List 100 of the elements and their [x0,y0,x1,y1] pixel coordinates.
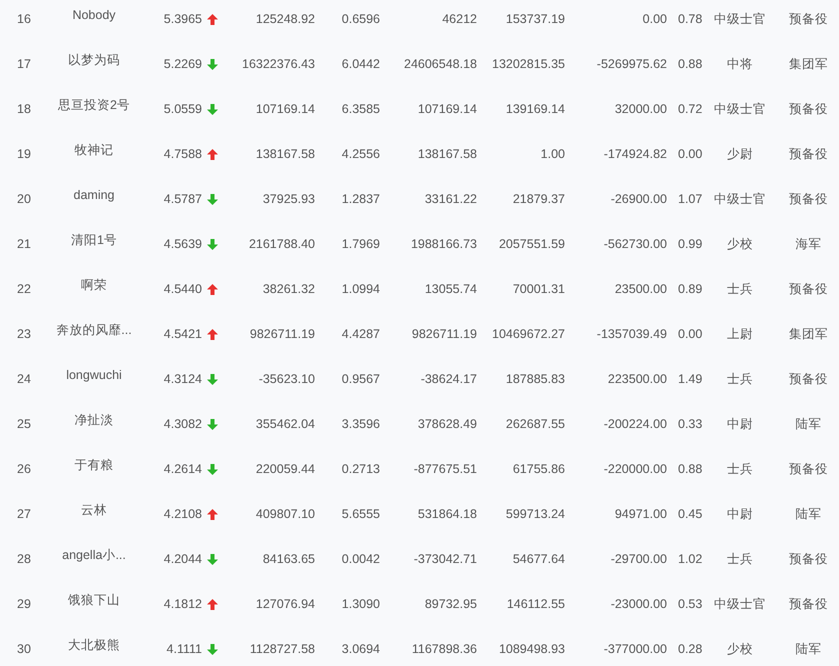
table-cell-text: 4.3124 [164,371,202,388]
table-cell-text: 6.0442 [342,56,380,74]
table-cell-text: 0.0042 [342,551,380,568]
table-cell-text: 46212 [442,11,477,28]
rank-number: 20 [17,191,31,208]
table-cell-text: 4.5440 [164,281,202,298]
table-cell-text: 0.00 [678,146,702,164]
table-cell-text: 5.3965 [164,11,202,28]
user-name: 牧神记 [74,142,114,159]
table-cell-text: 355462.04 [256,416,315,434]
rank-number: 25 [17,416,31,434]
table-cell-text: 士兵 [727,461,753,478]
table-cell-text: 0.33 [678,416,702,434]
table-cell-text: 中级士官 [714,11,766,28]
table-cell-text: 0.89 [678,281,702,298]
table-cell-text: 预备役 [789,146,828,164]
table-cell-text: 集团军 [789,56,828,74]
table-cell-text: 262687.55 [506,416,565,434]
user-name: angella小... [62,546,126,564]
table-cell-text: 预备役 [789,461,828,478]
table-cell-text: 上尉 [727,326,753,344]
table-cell-text: 37925.93 [262,191,315,208]
rank-number: 30 [17,641,31,658]
table-cell-text: 1.49 [678,371,702,388]
user-name: 云林 [81,502,107,519]
table-cell-text: 5.6555 [342,506,380,524]
table-cell-text: 1.02 [678,551,702,568]
table-cell-text: 预备役 [789,596,828,614]
table-cell-text: 4.1111 [166,641,202,658]
user-name: Nobody [72,6,116,24]
table-cell-text: 中将 [727,56,753,74]
table-cell-text: 13202815.35 [492,56,565,74]
table-cell-text: 9826711.19 [412,326,477,344]
table-cell-text: 1.3090 [342,596,380,614]
table-cell-text: -1357039.49 [596,326,667,344]
table-cell-text: 预备役 [789,191,828,208]
table-cell-text: 中尉 [727,416,753,434]
user-name: 大北极熊 [68,636,120,654]
table-cell-text: 107169.14 [256,101,315,118]
table-cell-text: -38624.17 [420,371,477,388]
table-cell-text: 61755.86 [512,461,565,478]
table-cell-text: 16322376.43 [242,56,315,74]
table-cell-text: 中级士官 [714,596,766,614]
table-cell-text: 海军 [796,236,822,254]
table-cell-text: 84163.65 [262,551,315,568]
table-cell-text: 599713.24 [506,506,565,524]
table-cell-text: 3.3596 [342,416,380,434]
table-cell-text: 1988166.73 [410,236,477,254]
table-cell-text: 士兵 [727,281,753,298]
table-cell-text: -220000.00 [604,461,667,478]
table-cell-text: -29700.00 [610,551,667,568]
table-cell-text: 1128727.58 [250,641,315,658]
table-cell-text: 2057551.59 [498,236,565,254]
rank-number: 18 [17,101,31,118]
table-cell-text: 187885.83 [506,371,565,388]
user-name: 饿狼下山 [68,592,120,609]
user-name: 以梦为码 [68,52,120,69]
table-cell-text: -174924.82 [604,146,667,164]
table-cell-text: -23000.00 [610,596,667,614]
table-cell-text: 138167.58 [256,146,315,164]
table-cell-text: 4.5787 [164,191,202,208]
table-cell-text: 预备役 [789,551,828,568]
table-cell-text: 陆军 [796,641,822,658]
table-cell-text: 10469672.27 [492,326,565,344]
table-cell-text: 378628.49 [418,416,477,434]
table-cell-text: -562730.00 [604,236,667,254]
table-cell-text: 2161788.40 [248,236,315,254]
table-cell-text: 1.0994 [342,281,380,298]
table-cell-text: 89732.95 [424,596,477,614]
user-name: 思亘投资2号 [58,96,130,114]
table-cell-text: 21879.37 [512,191,565,208]
table-cell-text: 少校 [727,236,753,254]
table-cell-text: 127076.94 [256,596,315,614]
table-cell-text: 138167.58 [418,146,477,164]
table-cell-text: 0.88 [678,56,702,74]
table-cell-text: 5.2269 [164,56,202,74]
table-cell-text: 4.1812 [164,596,202,614]
table-cell-text: 5.0559 [164,101,202,118]
table-cell-text: 4.5421 [164,326,202,344]
table-cell-text: 0.99 [678,236,702,254]
table-cell-text: -35623.10 [258,371,315,388]
table-cell-text: 33161.22 [424,191,477,208]
table-cell-text: -26900.00 [610,191,667,208]
table-cell-text: 0.78 [678,11,702,28]
table-cell-text: 陆军 [796,506,822,524]
table-cell-text: 4.2044 [164,551,202,568]
table-cell-text: 0.53 [678,596,702,614]
table-cell-text: 少校 [727,641,753,658]
table-cell-text: 223500.00 [608,371,667,388]
rank-number: 17 [17,56,31,74]
table-cell-text: 4.7588 [164,146,202,164]
user-name: 奔放的风靡... [56,322,132,339]
table-cell-text: 1.07 [678,191,702,208]
rank-number: 22 [17,281,31,298]
rank-number: 21 [17,236,31,254]
table-cell-text: 139169.14 [506,101,565,118]
table-cell-text: 125248.92 [256,11,315,28]
table-cell-text: 中尉 [727,506,753,524]
table-cell-text: 0.00 [642,11,667,28]
table-cell-text: 146112.55 [506,596,565,614]
